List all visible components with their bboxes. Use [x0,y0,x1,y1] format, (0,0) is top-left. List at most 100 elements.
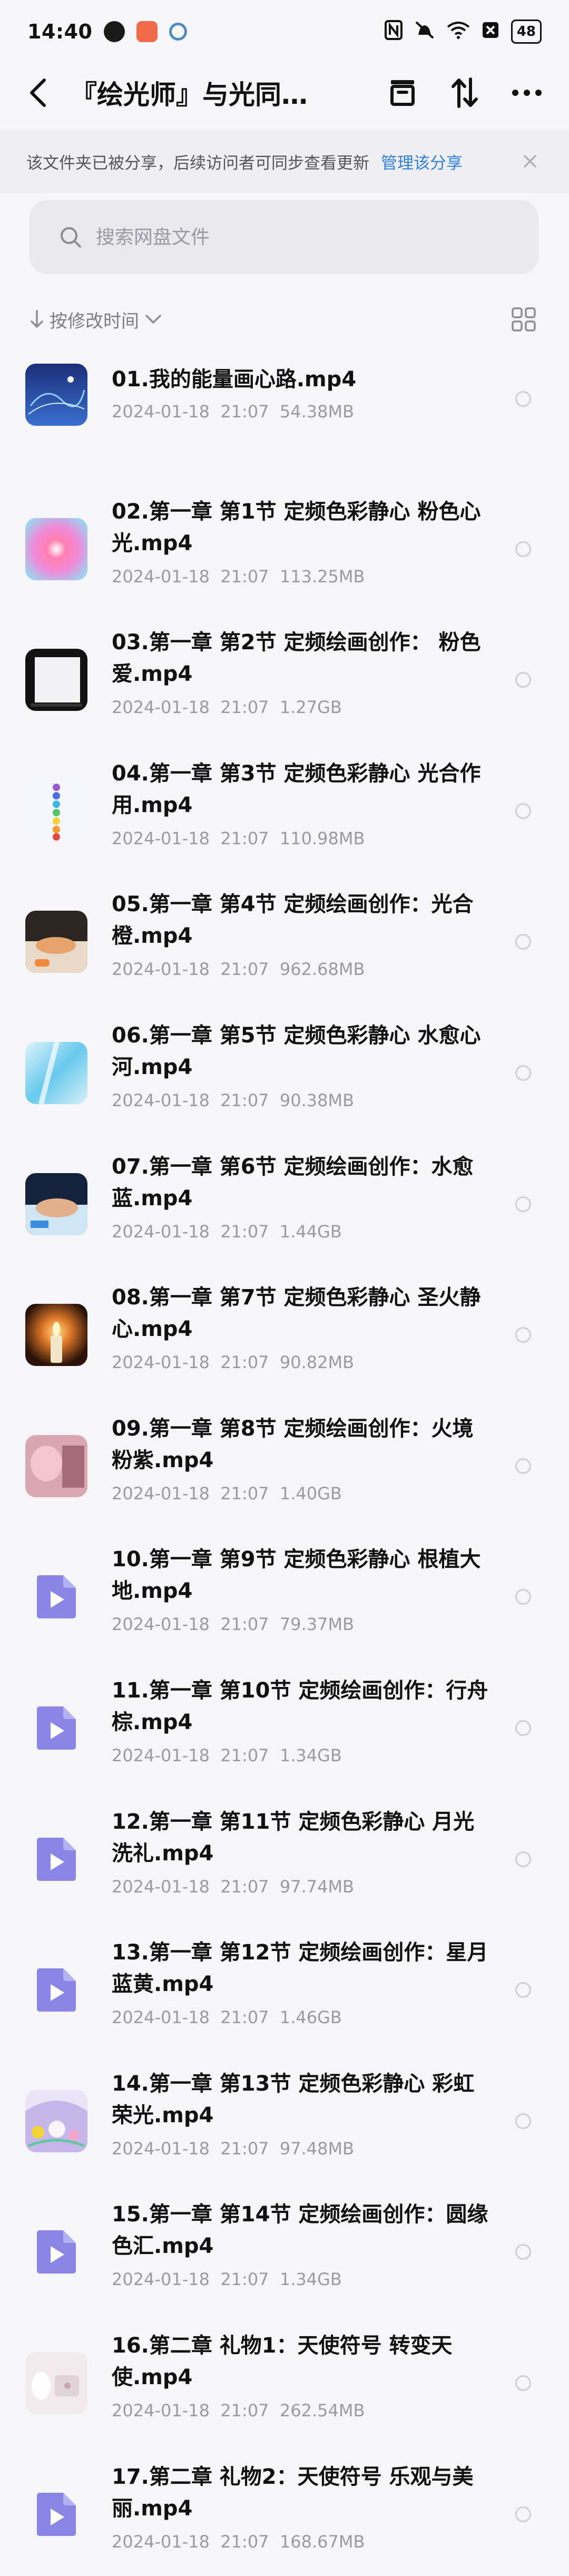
video-file-icon [25,1959,87,2021]
manage-share-link[interactable]: 管理该分享 [381,150,463,173]
select-radio[interactable] [515,1720,531,1736]
more-button[interactable] [506,72,548,114]
file-name: 01.我的能量画心路.mp4 [112,367,357,392]
select-radio[interactable] [515,1851,531,1867]
file-time: 21:07 [220,1483,269,1504]
file-name: 03.第一章 第2节 定频绘画创作： 粉色 爱.mp4 [112,630,481,687]
file-meta: 2024-01-18 21:07 262.54MB [112,2401,365,2421]
file-size: 97.74MB [279,1876,355,1897]
select-radio[interactable] [515,1458,531,1474]
file-date: 2024-01-18 [112,1745,210,1765]
file-date: 2024-01-18 [112,2007,210,2028]
page-title: 『绘光师』与光同… [71,80,308,110]
file-row[interactable]: 02.第一章 第1节 定频色彩静心 粉色心光.mp4 2024-01-18 21:… [0,484,569,616]
file-date: 2024-01-18 [112,2400,210,2421]
file-list: 01.我的能量画心路.mp4 2024-01-18 21:07 54.38MB 02… [0,353,569,2576]
select-radio[interactable] [515,2375,531,2391]
file-time: 21:07 [220,959,269,980]
select-radio[interactable] [515,1589,531,1605]
file-size: 90.38MB [279,1090,355,1110]
file-size: 262.54MB [279,2400,365,2421]
select-radio[interactable] [515,2113,531,2129]
close-notice-button[interactable] [517,149,543,174]
up-down-arrows-icon [452,77,478,108]
file-time: 21:07 [220,402,269,422]
file-time: 21:07 [220,1090,269,1110]
select-radio[interactable] [515,672,531,688]
file-name: 06.第一章 第5节 定频色彩静心 水愈心河.mp4 [112,1023,481,1079]
select-radio[interactable] [515,803,531,819]
file-date: 2024-01-18 [112,1090,210,1110]
file-thumbnail [25,779,87,842]
notification-app-icon [169,23,188,41]
file-row[interactable]: 10.第一章 第9节 定频色彩静心 根植大地.mp4 2024-01-18 21:… [0,1532,569,1663]
arrow-down-icon [31,310,43,328]
select-radio[interactable] [515,1065,531,1081]
search-input[interactable] [95,226,497,249]
file-row[interactable]: 07.第一章 第6节 定频绘画创作：水愈 蓝.mp4 2024-01-18 21:… [0,1139,569,1271]
grid-view-toggle[interactable] [508,304,539,335]
file-meta: 2024-01-18 21:07 54.38MB [112,402,354,422]
file-row[interactable]: 03.第一章 第2节 定频绘画创作： 粉色 爱.mp4 2024-01-18 21… [0,615,569,746]
select-radio[interactable] [515,2244,531,2260]
select-radio[interactable] [515,541,531,557]
file-date: 2024-01-18 [112,402,210,422]
file-size: 1.40GB [279,1483,342,1504]
select-radio[interactable] [515,391,531,407]
file-row[interactable]: 01.我的能量画心路.mp4 2024-01-18 21:07 54.38MB [0,353,569,484]
wifi-icon [447,21,470,43]
share-notice-text: 该文件夹已被分享，后续访问者可同步查看更新 [26,153,369,173]
file-time: 21:07 [220,2269,269,2290]
file-date: 2024-01-18 [112,2531,210,2552]
file-meta: 2024-01-18 21:07 1.44GB [112,1222,342,1242]
select-radio[interactable] [515,1327,531,1343]
file-size: 1.27GB [279,697,342,718]
close-icon [524,155,536,168]
file-size: 1.46GB [279,2007,342,2028]
file-row[interactable]: 16.第二章 礼物1：天使符号 转变天使.mp4 2024-01-18 21:07… [0,2318,569,2450]
file-row[interactable]: 14.第一章 第13节 定频色彩静心 彩虹荣光.mp4 2024-01-18 21… [0,2056,569,2188]
archive-icon [390,80,415,106]
file-size: 110.98MB [279,828,365,848]
file-row[interactable]: 05.第一章 第4节 定频绘画创作：光合 橙.mp4 2024-01-18 21:… [0,877,569,1008]
file-thumbnail [25,1041,87,1104]
video-file-icon [25,1566,87,1628]
battery-indicator: 48 [511,19,542,44]
file-meta: 2024-01-18 21:07 962.68MB [112,959,365,979]
back-button[interactable] [21,76,55,110]
file-row[interactable]: 13.第一章 第12节 定频绘画创作：星月 蓝黄.mp4 2024-01-18 2… [0,1925,569,2056]
file-time: 21:07 [220,2007,269,2028]
nfc-icon [384,20,403,43]
select-radio[interactable] [515,2506,531,2522]
file-row[interactable]: 12.第一章 第11节 定频色彩静心 月光洗礼.mp4 2024-01-18 21… [0,1794,569,1926]
select-radio[interactable] [515,1982,531,1998]
mute-icon [414,20,435,43]
file-thumbnail [25,364,87,426]
file-time: 21:07 [220,2531,269,2552]
file-row[interactable]: 04.第一章 第3节 定频色彩静心 光合作用.mp4 2024-01-18 21:… [0,746,569,877]
file-row[interactable]: 06.第一章 第5节 定频色彩静心 水愈心河.mp4 2024-01-18 21:… [0,1008,569,1139]
file-row[interactable]: 08.第一章 第7节 定频色彩静心 圣火静心.mp4 2024-01-18 21:… [0,1270,569,1401]
chevron-left-icon [30,79,46,107]
file-time: 21:07 [220,828,269,848]
file-size: 962.68MB [279,959,365,980]
video-file-icon [25,1697,87,1759]
page: 14:40 48 『绘光师』与光同… 该文件夹已被分享，后续访问者可同步查看更新… [0,0,569,2576]
file-date: 2024-01-18 [112,566,210,587]
select-radio[interactable] [515,934,531,950]
file-size: 1.34GB [279,2269,342,2290]
file-row[interactable]: 15.第一章 第14节 定频绘画创作：圆缘 色汇.mp4 2024-01-18 2… [0,2187,569,2318]
file-date: 2024-01-18 [112,1614,210,1635]
file-row[interactable]: 17.第二章 礼物2：天使符号 乐观与美丽.mp4 2024-01-18 21:0… [0,2450,569,2576]
archive-button[interactable] [381,72,424,114]
file-thumbnail [25,2090,87,2152]
file-size: 113.25MB [279,566,365,587]
file-row[interactable]: 09.第一章 第8节 定频绘画创作：火境 粉紫.mp4 2024-01-18 21… [0,1401,569,1533]
select-radio[interactable] [515,1196,531,1212]
sort-transfer-button[interactable] [444,72,486,114]
file-name: 12.第一章 第11节 定频色彩静心 月光洗礼.mp4 [112,1809,475,1866]
file-meta: 2024-01-18 21:07 113.25MB [112,567,365,587]
file-row[interactable]: 11.第一章 第10节 定频绘画创作：行舟 棕.mp4 2024-01-18 21… [0,1663,569,1794]
search-bar[interactable] [30,200,538,274]
sort-order-button[interactable]: 按修改时间 [50,307,139,333]
